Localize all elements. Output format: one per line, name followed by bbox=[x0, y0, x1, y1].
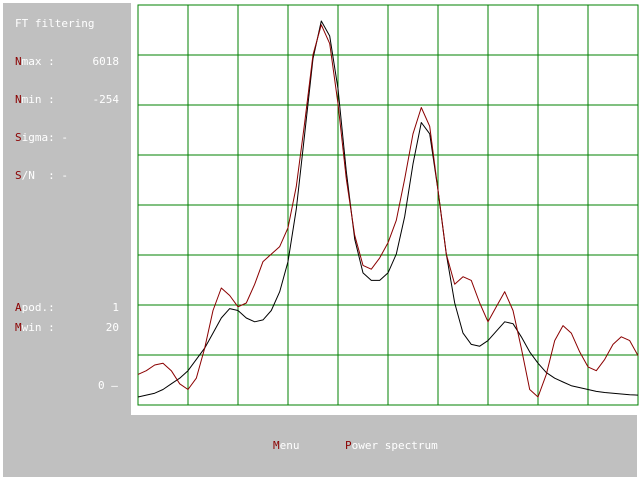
apod-hotkey: A bbox=[15, 301, 22, 314]
apod-label[interactable]: Apod.: bbox=[15, 301, 55, 314]
apod-label-text: pod.: bbox=[21, 301, 55, 314]
power-spectrum-hotkey: P bbox=[345, 439, 352, 452]
power-spectrum-button[interactable]: Power spectrum bbox=[345, 439, 438, 452]
zero-axis-label: 0 — bbox=[98, 379, 118, 392]
menu-button[interactable]: Menu bbox=[273, 439, 300, 452]
nmax-value: 6018 bbox=[92, 55, 120, 68]
sn-label: S/N : - bbox=[15, 169, 68, 182]
nmin-hotkey: N bbox=[15, 93, 22, 106]
nmax-label-text: max : bbox=[21, 55, 55, 68]
app-window: FT filtering Nmax : 6018 Nmin : -254 Sig… bbox=[3, 3, 640, 477]
nmax-label: Nmax : bbox=[15, 55, 55, 68]
nmax-hotkey: N bbox=[15, 55, 22, 68]
power-spectrum-label: ower spectrum bbox=[351, 439, 438, 452]
nmin-label-text: min : bbox=[21, 93, 55, 106]
sigma-label: Sigma: - bbox=[15, 131, 68, 144]
mwin-label[interactable]: Mwin : bbox=[15, 321, 55, 334]
menu-hotkey: M bbox=[273, 439, 280, 452]
sn-hotkey: S bbox=[15, 169, 22, 182]
sn-label-text: /N : - bbox=[21, 169, 68, 182]
menu-label: enu bbox=[279, 439, 300, 452]
mwin-label-text: win : bbox=[21, 321, 55, 334]
plot-area bbox=[131, 3, 640, 415]
plot-svg bbox=[137, 4, 639, 406]
panel-title: FT filtering bbox=[15, 17, 95, 30]
sigma-hotkey: S bbox=[15, 131, 22, 144]
mwin-value: 20 bbox=[105, 321, 119, 334]
nmin-value: -254 bbox=[92, 93, 120, 106]
mwin-hotkey: M bbox=[15, 321, 22, 334]
nmin-label: Nmin : bbox=[15, 93, 55, 106]
sigma-label-text: igma: - bbox=[21, 131, 68, 144]
apod-value: 1 bbox=[112, 301, 119, 314]
